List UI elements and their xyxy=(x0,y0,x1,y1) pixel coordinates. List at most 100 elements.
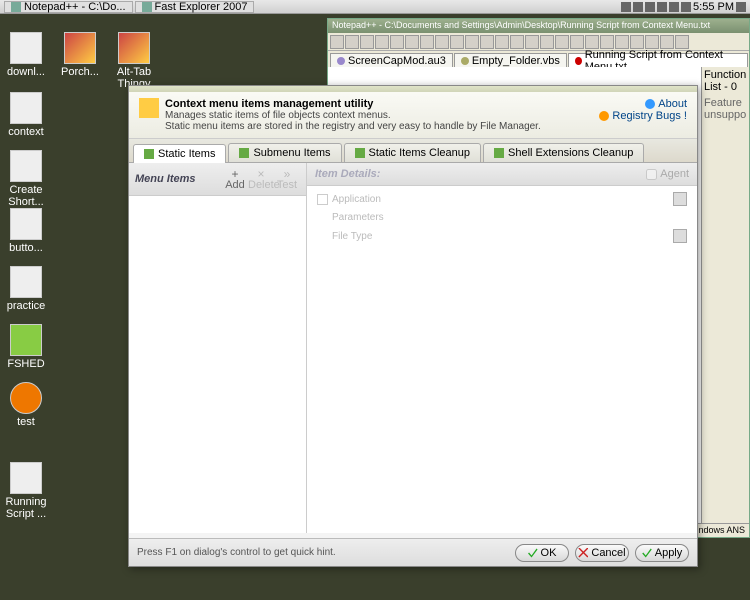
menu-items-panel: Menu Items +Add ×Delete »Test xyxy=(129,163,307,533)
taskbar-app-fastexplorer[interactable]: Fast Explorer 2007 xyxy=(135,1,255,13)
item-details-body: Application Parameters File Type xyxy=(307,186,697,533)
file-tab-icon xyxy=(575,57,582,65)
file-icon xyxy=(10,382,42,414)
tray-icon[interactable] xyxy=(736,2,746,12)
toolbar-button[interactable] xyxy=(450,35,464,49)
desktop-icon[interactable]: FSHED xyxy=(2,324,50,370)
toolbar-button[interactable] xyxy=(600,35,614,49)
tab-label: Submenu Items xyxy=(253,147,330,159)
toolbar-button[interactable] xyxy=(360,35,374,49)
taskbar-app-notepadpp[interactable]: Notepad++ - C:\Do... xyxy=(4,1,133,13)
desktop-icon[interactable]: test xyxy=(2,382,50,428)
delete-button: ×Delete xyxy=(248,167,274,191)
tray-icon[interactable] xyxy=(633,2,643,12)
browse-button[interactable] xyxy=(673,192,687,206)
npp-side-panel: Function List - 0 Feature unsuppo xyxy=(701,67,749,523)
notepad-icon xyxy=(11,2,21,12)
file-tab-icon xyxy=(337,57,345,65)
registry-bugs-link[interactable]: Registry Bugs ! xyxy=(612,110,687,122)
plus-icon: + xyxy=(222,167,248,179)
toolbar-button[interactable] xyxy=(660,35,674,49)
parameters-field: Parameters xyxy=(317,212,687,223)
window-titlebar[interactable]: Notepad++ - C:\Documents and Settings\Ad… xyxy=(328,19,749,33)
cancel-button[interactable]: Cancel xyxy=(575,544,629,562)
toolbar-button[interactable] xyxy=(390,35,404,49)
system-tray: 5:55 PM xyxy=(621,1,746,13)
toolbar-button[interactable] xyxy=(345,35,359,49)
toolbar-button[interactable] xyxy=(510,35,524,49)
dialog-header: Context menu items management utility Ma… xyxy=(129,92,697,139)
toolbar-button[interactable] xyxy=(630,35,644,49)
item-details-header: Item Details: Agent xyxy=(307,163,697,186)
desktop-icon[interactable]: downl... xyxy=(2,32,50,78)
toolbar-button[interactable] xyxy=(405,35,419,49)
menu-items-label: Menu Items xyxy=(135,173,222,185)
icon-label: Create Short... xyxy=(2,184,50,208)
toolbar-button[interactable] xyxy=(675,35,689,49)
tab-static-items[interactable]: Static Items xyxy=(133,144,226,163)
clock: 5:55 PM xyxy=(693,1,734,13)
icon-label: context xyxy=(2,126,50,138)
bug-icon xyxy=(599,111,609,121)
tab-shell-ext-cleanup[interactable]: Shell Extensions Cleanup xyxy=(483,143,644,162)
tray-icon[interactable] xyxy=(621,2,631,12)
ok-button[interactable]: OK xyxy=(515,544,569,562)
file-tab-active[interactable]: Running Script from Context Menu.txt xyxy=(568,53,748,67)
desktop-icon[interactable]: context xyxy=(2,92,50,138)
tray-icon[interactable] xyxy=(669,2,679,12)
icon-label: test xyxy=(2,416,50,428)
toolbar-button[interactable] xyxy=(570,35,584,49)
toolbar-button[interactable] xyxy=(525,35,539,49)
btn-label: Test xyxy=(277,179,297,191)
check-icon xyxy=(642,548,652,558)
test-button: »Test xyxy=(274,167,300,191)
toolbar-button[interactable] xyxy=(465,35,479,49)
desktop-icon[interactable]: Create Short... xyxy=(2,150,50,208)
info-icon xyxy=(645,99,655,109)
toolbar-button[interactable] xyxy=(435,35,449,49)
file-tab[interactable]: Empty_Folder.vbs xyxy=(454,53,567,67)
icon-label: practice xyxy=(2,300,50,312)
side-text: Feature unsuppo xyxy=(704,97,747,121)
context-menu-dialog: Context menu items management utility Ma… xyxy=(128,85,698,567)
add-button[interactable]: +Add xyxy=(222,167,248,191)
icon-label: FSHED xyxy=(2,358,50,370)
file-icon xyxy=(10,92,42,124)
apply-button[interactable]: Apply xyxy=(635,544,689,562)
tray-icon[interactable] xyxy=(645,2,655,12)
toolbar-button[interactable] xyxy=(585,35,599,49)
tab-icon xyxy=(355,148,365,158)
about-link[interactable]: About xyxy=(658,98,687,110)
file-tab-label: ScreenCapMod.au3 xyxy=(348,55,446,67)
agent-checkbox[interactable]: Agent xyxy=(646,168,689,180)
x-icon: × xyxy=(248,167,274,179)
tab-submenu-items[interactable]: Submenu Items xyxy=(228,143,341,162)
toolbar-button[interactable] xyxy=(645,35,659,49)
toolbar-button[interactable] xyxy=(480,35,494,49)
tab-label: Shell Extensions Cleanup xyxy=(508,147,633,159)
hint-text: Press F1 on dialog's control to get quic… xyxy=(137,547,509,558)
tab-static-cleanup[interactable]: Static Items Cleanup xyxy=(344,143,482,162)
tray-icon[interactable] xyxy=(657,2,667,12)
desktop-icon[interactable]: Alt-Tab Thingy xyxy=(110,32,158,90)
check-icon xyxy=(528,548,538,558)
toolbar-button[interactable] xyxy=(375,35,389,49)
toolbar-button[interactable] xyxy=(420,35,434,49)
desktop-icon[interactable]: practice xyxy=(2,266,50,312)
file-tab[interactable]: ScreenCapMod.au3 xyxy=(330,53,453,67)
toolbar-button[interactable] xyxy=(495,35,509,49)
toolbar-button[interactable] xyxy=(615,35,629,49)
toolbar-button[interactable] xyxy=(330,35,344,49)
file-icon xyxy=(10,462,42,494)
toolbar-button[interactable] xyxy=(540,35,554,49)
menu-items-list[interactable] xyxy=(129,196,306,533)
desktop-icon[interactable]: Running Script ... xyxy=(2,462,50,520)
desktop-icon[interactable]: butto... xyxy=(2,208,50,254)
fastexplorer-icon xyxy=(142,2,152,12)
toolbar-button[interactable] xyxy=(555,35,569,49)
browse-button[interactable] xyxy=(673,229,687,243)
tray-icon[interactable] xyxy=(681,2,691,12)
desktop-icon[interactable]: Porch... xyxy=(56,32,104,78)
dialog-tabs: Static Items Submenu Items Static Items … xyxy=(129,139,697,163)
icon-label: butto... xyxy=(2,242,50,254)
